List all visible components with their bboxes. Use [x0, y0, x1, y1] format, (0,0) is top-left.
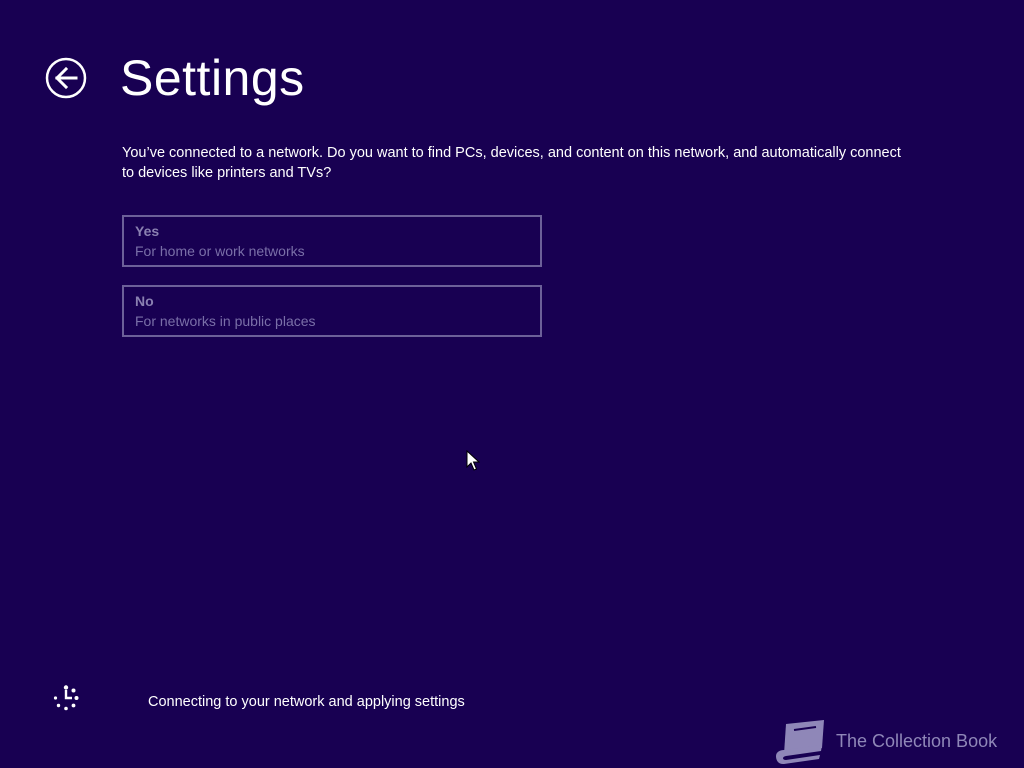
book-icon — [776, 720, 824, 765]
status-message: Connecting to your network and applying … — [148, 694, 465, 710]
mouse-pointer-icon — [466, 450, 480, 471]
oobe-settings-screen: Settings You’ve connected to a network. … — [0, 0, 1024, 768]
watermark-text: The Collection Book — [836, 731, 998, 751]
page-title: Settings — [120, 50, 305, 106]
network-discovery-question: You’ve connected to a network. Do you wa… — [122, 145, 901, 181]
no-option-subtitle: For networks in public places — [135, 313, 316, 329]
no-option-title: No — [135, 293, 154, 309]
no-option-button[interactable]: No For networks in public places — [122, 285, 542, 337]
back-button[interactable] — [45, 57, 87, 99]
loading-spinner-icon — [53, 685, 79, 711]
watermark: The Collection Book — [772, 718, 1012, 766]
yes-option-subtitle: For home or work networks — [135, 243, 305, 259]
back-arrow-icon — [45, 57, 87, 99]
yes-option-button[interactable]: Yes For home or work networks — [122, 215, 542, 267]
yes-option-title: Yes — [135, 223, 160, 239]
